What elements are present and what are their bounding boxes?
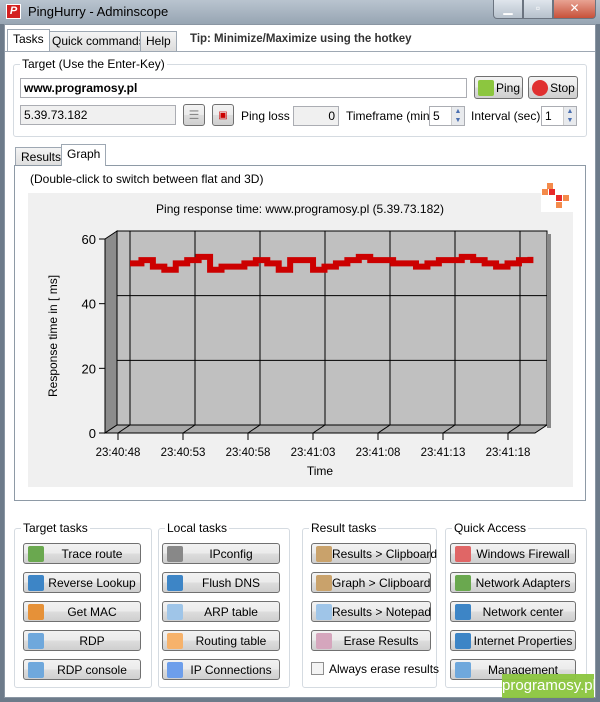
y-axis-label: Response time in [ ms]: [46, 275, 60, 397]
x-tick-label: 23:40:48: [96, 447, 141, 459]
x-tick-label: 23:41:08: [356, 447, 401, 459]
ip-connections-button[interactable]: IP Connections: [162, 659, 280, 680]
tab-graph[interactable]: Graph: [61, 144, 107, 166]
dns-globe-icon: [28, 574, 44, 591]
target-tasks-label: Target tasks: [21, 521, 90, 535]
eraser-icon: [316, 632, 332, 649]
ipconfig-button[interactable]: IPconfig: [162, 543, 280, 564]
terminal-icon: [167, 545, 183, 562]
plot-shadow: [547, 234, 551, 428]
routing-table-icon: [167, 632, 183, 649]
dns-globe-icon: [167, 574, 183, 591]
always-erase-checkbox[interactable]: [311, 662, 324, 675]
network-adapter-icon: [455, 574, 471, 591]
management-icon: [455, 661, 471, 678]
connection-icon: [167, 661, 183, 678]
quick-access-label: Quick Access: [452, 521, 529, 535]
x-tick-label: 23:41:03: [291, 447, 336, 459]
monitor-icon: [28, 661, 44, 678]
y-tick-label: 40: [82, 297, 96, 312]
result-tasks-label: Result tasks: [309, 521, 379, 535]
watermark-logo: programosy.pl: [502, 674, 596, 698]
x-tick-label: 23:41:13: [421, 447, 466, 459]
trace-route-button[interactable]: Trace route: [23, 543, 141, 564]
routing-table-button[interactable]: Routing table: [162, 630, 280, 651]
floor: [103, 424, 549, 434]
network-globe-icon: [455, 603, 471, 620]
reverse-lookup-button[interactable]: Reverse Lookup: [23, 572, 141, 593]
x-tick-label: 23:40:53: [161, 447, 206, 459]
table-icon: [167, 603, 183, 620]
clipboard-icon: [316, 545, 332, 562]
internet-properties-button[interactable]: Internet Properties: [450, 630, 576, 651]
left-wall: [104, 230, 118, 434]
notepad-icon: [316, 603, 332, 620]
x-tick-label: 23:41:18: [486, 447, 531, 459]
x-axis-label: Time: [307, 464, 334, 478]
burger-icon: [28, 603, 44, 620]
y-tick-label: 20: [82, 361, 96, 376]
get-mac-button[interactable]: Get MAC: [23, 601, 141, 622]
chart-title: Ping response time: www.programosy.pl (5…: [156, 202, 444, 216]
x-tick-label: 23:40:58: [226, 447, 271, 459]
erase-results-button[interactable]: Erase Results: [311, 630, 431, 651]
results-notepad-button[interactable]: Results > Notepad: [311, 601, 431, 622]
arp-table-button[interactable]: ARP table: [162, 601, 280, 622]
trace-route-icon: [28, 545, 44, 562]
graph-clipboard-button[interactable]: Graph > Clipboard: [311, 572, 431, 593]
always-erase-label: Always erase results: [329, 662, 440, 676]
y-tick-label: 0: [89, 426, 96, 441]
rdp-console-button[interactable]: RDP console: [23, 659, 141, 680]
y-tick-label: 60: [82, 232, 96, 247]
local-tasks-label: Local tasks: [165, 521, 230, 535]
tab-tasks[interactable]: Tasks: [7, 29, 50, 51]
network-adapters-button[interactable]: Network Adapters: [450, 572, 576, 593]
monitor-icon: [28, 632, 44, 649]
flush-dns-button[interactable]: Flush DNS: [162, 572, 280, 593]
network-center-button[interactable]: Network center: [450, 601, 576, 622]
clipboard-icon: [316, 574, 332, 591]
windows-firewall-button[interactable]: Windows Firewall: [450, 543, 576, 564]
firewall-icon: [455, 545, 471, 562]
internet-explorer-icon: [455, 632, 471, 649]
rdp-button[interactable]: RDP: [23, 630, 141, 651]
results-clipboard-button[interactable]: Results > Clipboard: [311, 543, 437, 564]
